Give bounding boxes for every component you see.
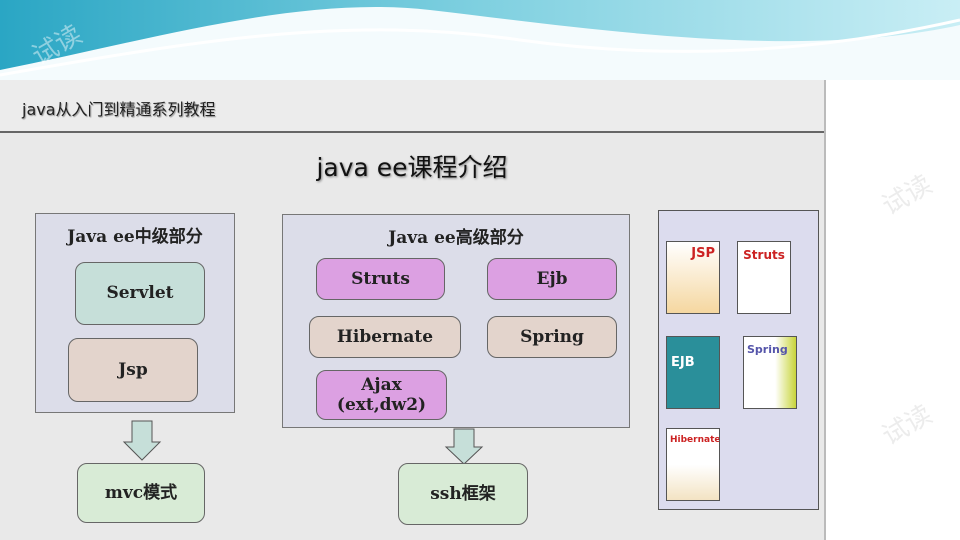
- header-wave-banner: [0, 0, 960, 80]
- ssh-node: ssh框架: [398, 463, 528, 525]
- book-covers-panel: JSP Struts EJB Spring Hibernate: [658, 210, 819, 510]
- hibernate-node: Hibernate: [309, 316, 461, 358]
- series-title: java从入门到精通系列教程: [22, 100, 216, 119]
- book-cover-struts: Struts: [737, 241, 791, 314]
- book-cover-jsp: JSP: [666, 241, 720, 314]
- down-arrow-icon: [444, 428, 484, 465]
- servlet-node: Servlet: [75, 262, 205, 325]
- watermark: 试读: [877, 169, 938, 222]
- down-arrow-icon: [122, 420, 162, 461]
- book-cover-spring: Spring: [743, 336, 797, 409]
- jsp-node: Jsp: [68, 338, 198, 402]
- book-cover-ejb: EJB: [666, 336, 720, 409]
- slide: java从入门到精通系列教程 java ee课程介绍 Java ee中级部分 S…: [0, 80, 826, 540]
- intermediate-title: Java ee中级部分: [67, 227, 203, 247]
- slide-header: java从入门到精通系列教程: [0, 80, 824, 133]
- advanced-title: Java ee高级部分: [388, 228, 524, 248]
- struts-node: Struts: [316, 258, 445, 300]
- ajax-node: Ajax (ext,dw2): [316, 370, 447, 420]
- watermark: 试读: [877, 399, 938, 452]
- slide-title: java ee课程介绍: [316, 153, 508, 182]
- spring-node: Spring: [487, 316, 617, 358]
- ejb-node: Ejb: [487, 258, 617, 300]
- mvc-node: mvc模式: [77, 463, 205, 523]
- book-cover-hibernate: Hibernate: [666, 428, 720, 501]
